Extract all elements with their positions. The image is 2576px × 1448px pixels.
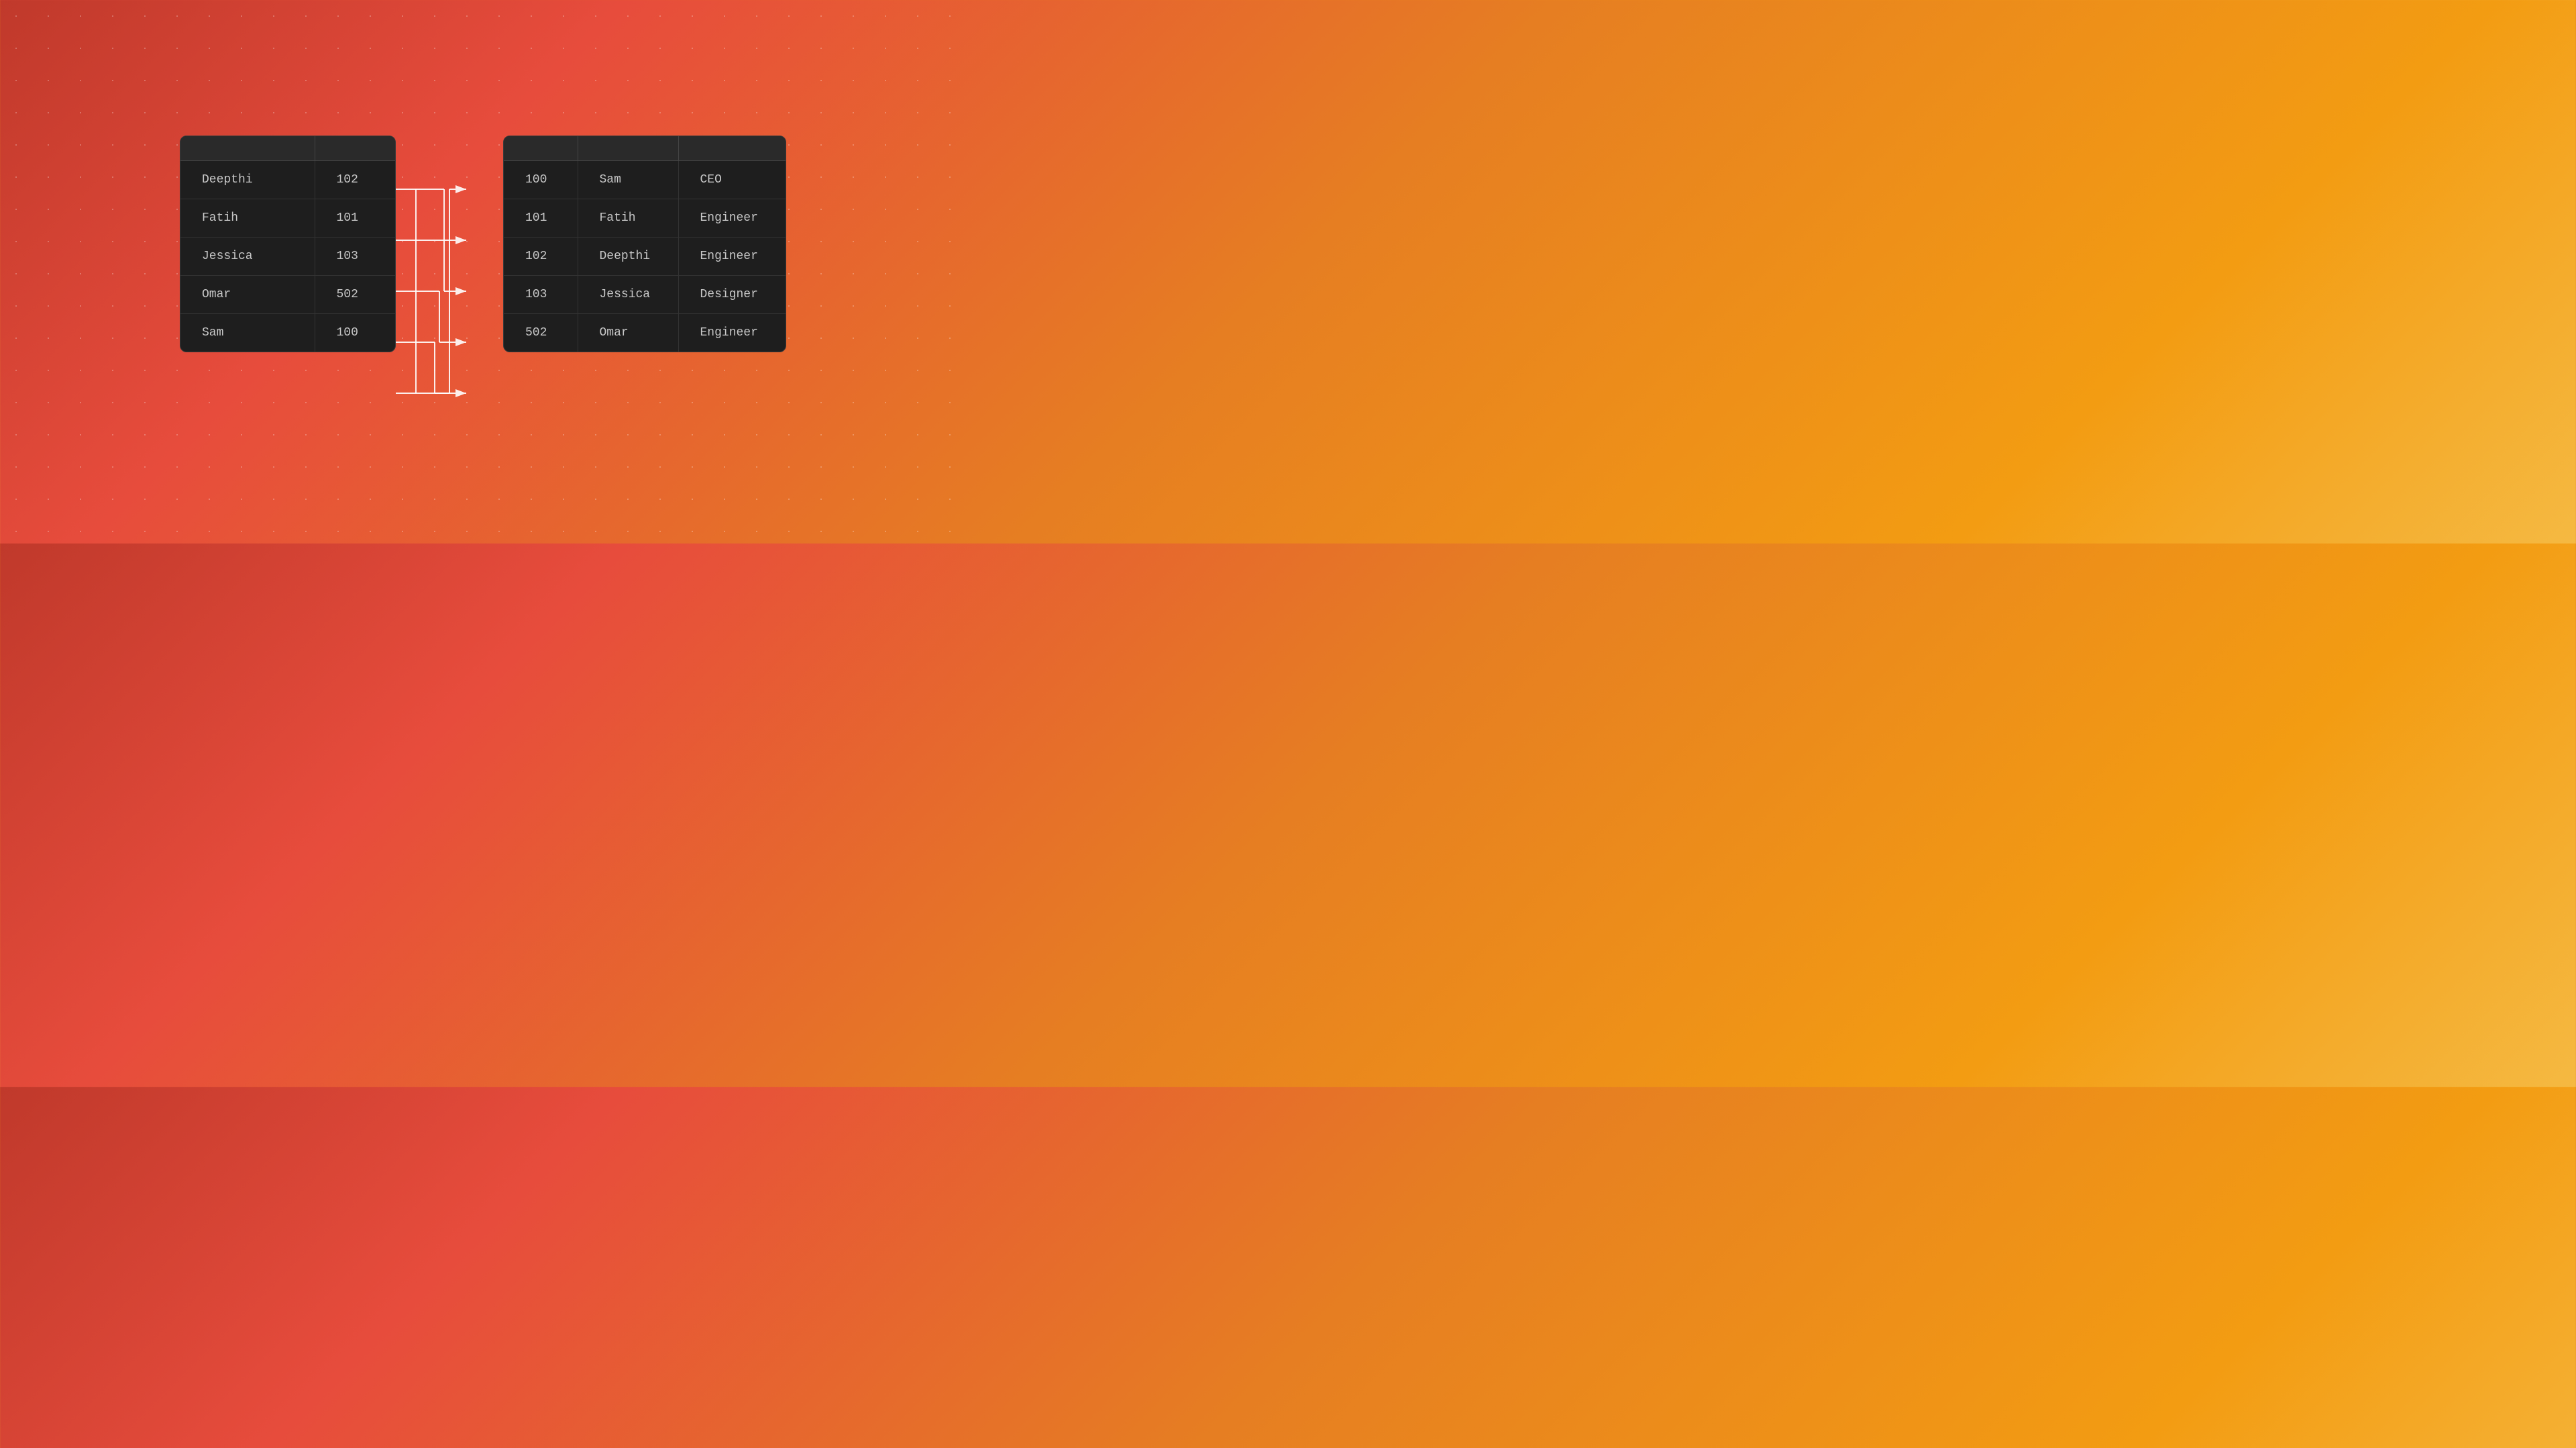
index-name-cell: Fatih: [180, 199, 315, 238]
emp-name-cell: Jessica: [578, 276, 678, 314]
emp-id-cell: 100: [504, 161, 578, 199]
emp-id-cell: 502: [504, 314, 578, 352]
table-row: Sam 100: [180, 314, 395, 352]
index-id-cell: 103: [315, 238, 395, 276]
main-container: Deepthi 102 Fatih 101 Jessica 103 Omar 5…: [180, 125, 786, 419]
index-table: Deepthi 102 Fatih 101 Jessica 103 Omar 5…: [180, 136, 396, 352]
index-col-name: [180, 136, 315, 161]
emp-title-cell: Designer: [678, 276, 786, 314]
table-row: Jessica 103: [180, 238, 395, 276]
emp-title-cell: Engineer: [678, 314, 786, 352]
emp-id-cell: 103: [504, 276, 578, 314]
index-id-cell: 101: [315, 199, 395, 238]
table-row: Omar 502: [180, 276, 395, 314]
emp-col-id: [504, 136, 578, 161]
emp-name-cell: Sam: [578, 161, 678, 199]
index-name-cell: Deepthi: [180, 161, 315, 199]
table-row: 502 Omar Engineer: [504, 314, 786, 352]
emp-title-cell: CEO: [678, 161, 786, 199]
emp-col-title: [678, 136, 786, 161]
index-name-cell: Omar: [180, 276, 315, 314]
lookup-arrows: [396, 164, 503, 419]
index-name-cell: Sam: [180, 314, 315, 352]
index-table-section: Deepthi 102 Fatih 101 Jessica 103 Omar 5…: [180, 125, 396, 352]
emp-name-cell: Fatih: [578, 199, 678, 238]
emp-name-cell: Omar: [578, 314, 678, 352]
emp-title-cell: Engineer: [678, 199, 786, 238]
table-row: 102 Deepthi Engineer: [504, 238, 786, 276]
table-row: Deepthi 102: [180, 161, 395, 199]
emp-id-cell: 102: [504, 238, 578, 276]
index-name-cell: Jessica: [180, 238, 315, 276]
emp-col-name: [578, 136, 678, 161]
emp-id-cell: 101: [504, 199, 578, 238]
emp-name-cell: Deepthi: [578, 238, 678, 276]
connector-area: [396, 164, 503, 419]
table-row: Fatih 101: [180, 199, 395, 238]
index-id-cell: 100: [315, 314, 395, 352]
emp-title-cell: Engineer: [678, 238, 786, 276]
table-row: 100 Sam CEO: [504, 161, 786, 199]
table-row: 103 Jessica Designer: [504, 276, 786, 314]
employees-table: 100 Sam CEO 101 Fatih Engineer 102 Deept…: [503, 136, 786, 352]
index-col-id: [315, 136, 395, 161]
employees-table-section: 100 Sam CEO 101 Fatih Engineer 102 Deept…: [503, 125, 786, 352]
index-id-cell: 102: [315, 161, 395, 199]
index-id-cell: 502: [315, 276, 395, 314]
table-row: 101 Fatih Engineer: [504, 199, 786, 238]
